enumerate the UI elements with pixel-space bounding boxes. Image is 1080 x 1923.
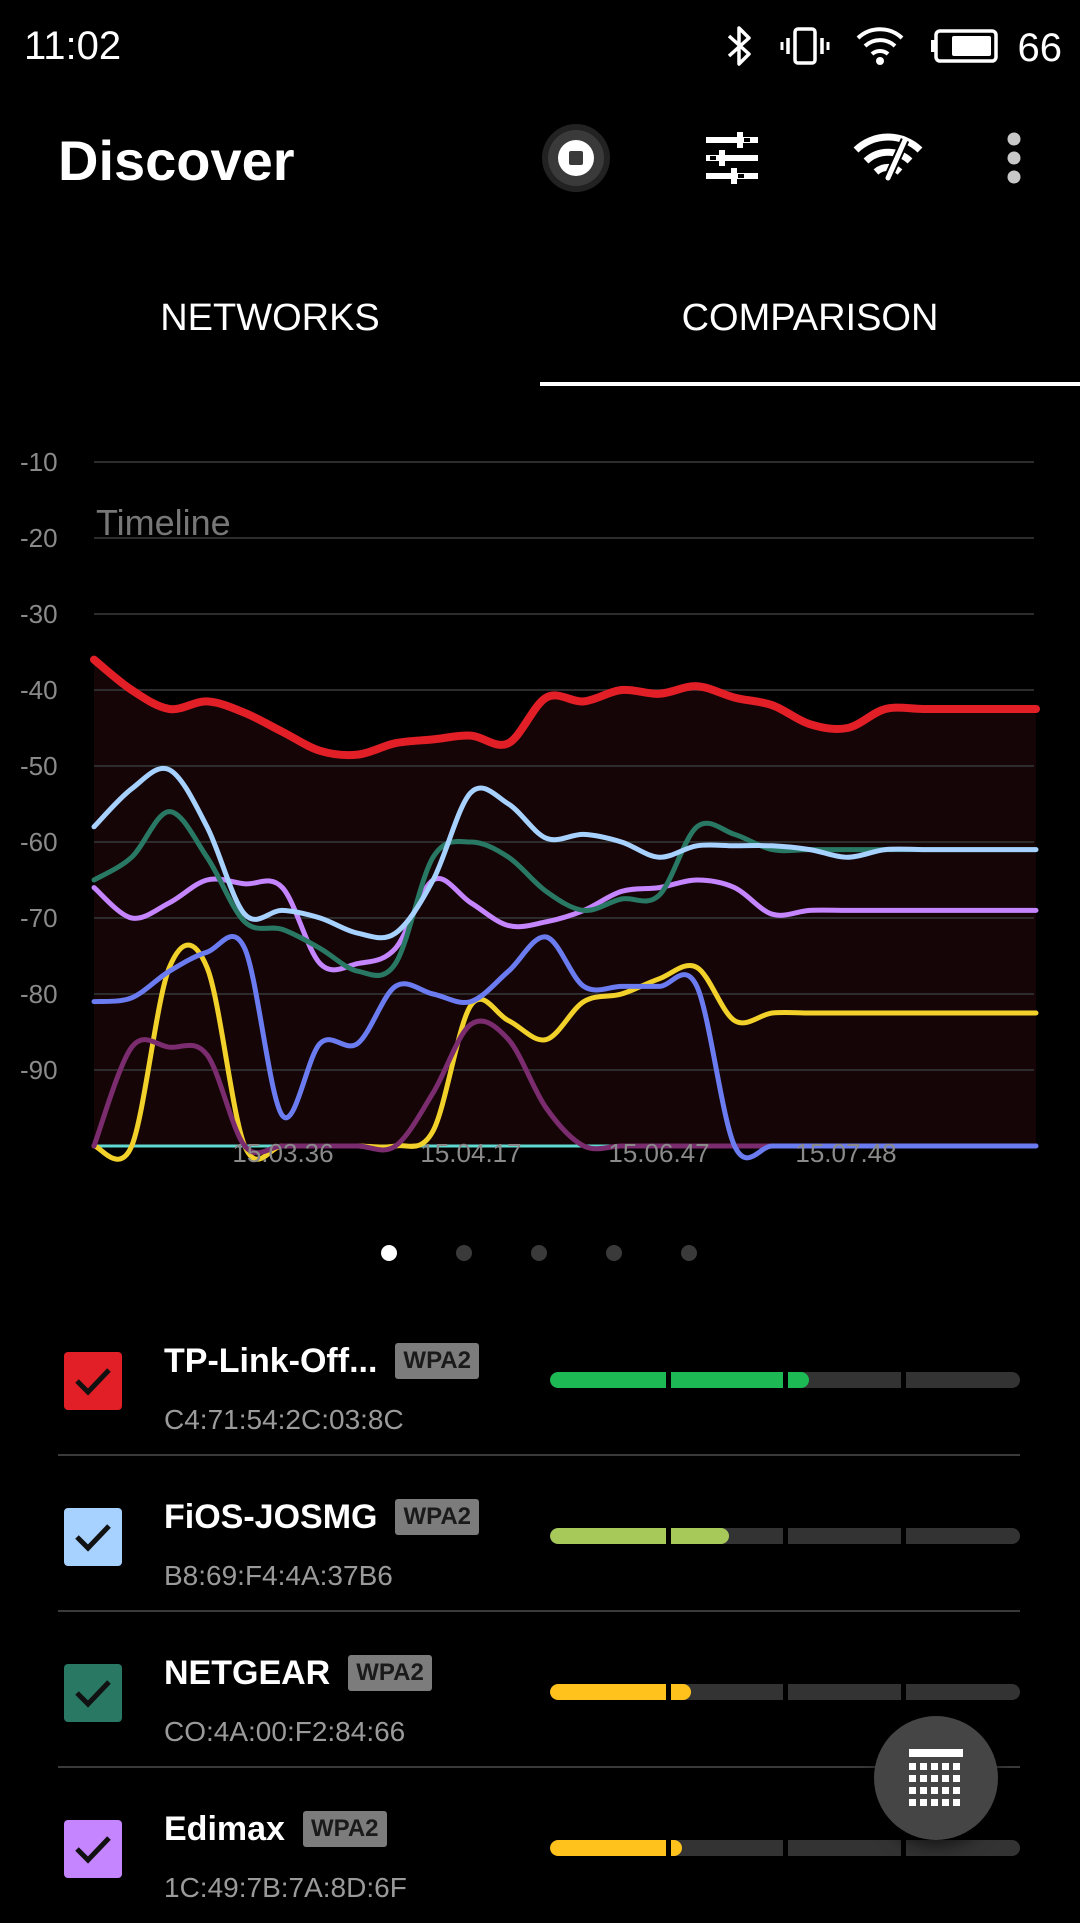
signal-bar-divider <box>665 1372 671 1388</box>
wifi-status-icon <box>856 26 904 71</box>
tab-indicator <box>540 382 1080 386</box>
pager-dot[interactable] <box>381 1245 397 1261</box>
signal-bar-fill <box>550 1840 682 1856</box>
more-vert-icon <box>1006 131 1022 190</box>
signal-bar-divider <box>665 1528 671 1544</box>
y-tick-label: -20 <box>20 523 58 553</box>
check-icon <box>75 1836 111 1864</box>
network-row[interactable]: NETGEAR WPA2 CO:4A:00:F2:84:66 <box>58 1612 1020 1768</box>
signal-bar-divider <box>665 1840 671 1856</box>
stop-scan-button[interactable] <box>536 120 616 200</box>
signal-bar-divider <box>900 1684 906 1700</box>
pager-dot[interactable] <box>531 1245 547 1261</box>
signal-bar-divider <box>900 1840 906 1856</box>
y-tick-label: -90 <box>20 1055 58 1085</box>
filter-button[interactable] <box>692 120 772 200</box>
x-tick-label: 15.07.48 <box>795 1138 896 1168</box>
y-tick-label: -10 <box>20 447 58 477</box>
app-bar: Discover <box>0 100 1080 220</box>
security-badge: WPA2 <box>395 1343 479 1379</box>
page-title: Discover <box>58 129 295 192</box>
pager-dot[interactable] <box>606 1245 622 1261</box>
signal-bar <box>550 1528 1020 1544</box>
signal-bar-divider <box>783 1528 788 1544</box>
status-bar: 11:02 66 <box>0 0 1080 100</box>
wifi-speed-icon <box>853 132 923 189</box>
signal-bar <box>550 1840 1020 1856</box>
network-checkbox[interactable] <box>64 1508 122 1566</box>
signal-bar-divider <box>783 1372 788 1388</box>
signal-bar <box>550 1684 1020 1700</box>
network-ssid: FiOS-JOSMG <box>164 1498 378 1536</box>
check-icon <box>75 1524 111 1552</box>
network-mac: 1C:49:7B:7A:8D:6F <box>164 1872 407 1903</box>
x-tick-label: 15.06.47 <box>608 1138 709 1168</box>
bluetooth-icon <box>726 24 754 73</box>
tab-bar: NETWORKS COMPARISON <box>0 250 1080 386</box>
check-icon <box>75 1368 111 1396</box>
status-icons: 66 <box>726 22 1063 74</box>
timeline-chart[interactable]: -10 -20 -30 -40 -50 -60 -70 -80 -90 Timeline 15.03… <box>0 420 1080 1200</box>
channel-grid-fab[interactable] <box>874 1716 998 1840</box>
wifi-signal-button[interactable] <box>848 120 928 200</box>
network-row[interactable]: TP-Link-Off... WPA2 C4:71:54:2C:03:8C <box>58 1300 1020 1456</box>
network-checkbox[interactable] <box>64 1820 122 1878</box>
stop-icon <box>540 122 612 199</box>
network-ssid: TP-Link-Off... <box>164 1342 378 1380</box>
y-tick-label: -30 <box>20 599 58 629</box>
signal-bar-divider <box>665 1684 671 1700</box>
pager-dot[interactable] <box>456 1245 472 1261</box>
timeline-chart-svg: -10 -20 -30 -40 -50 -60 -70 -80 -90 Timeline 15.03… <box>20 447 1040 1168</box>
pager-dot[interactable] <box>681 1245 697 1261</box>
network-name: FiOS-JOSMG WPA2 <box>164 1498 480 1537</box>
battery-level: 66 <box>1017 25 1063 70</box>
signal-bar-divider <box>900 1528 906 1544</box>
pager-dots <box>0 1245 1080 1265</box>
security-badge: WPA2 <box>395 1499 480 1535</box>
network-checkbox[interactable] <box>64 1352 122 1410</box>
battery-icon <box>930 28 998 68</box>
signal-bar-fill <box>550 1372 809 1388</box>
y-tick-label: -80 <box>20 979 58 1009</box>
network-name: Edimax WPA2 <box>164 1810 387 1849</box>
x-tick-label: 15.03.36 <box>232 1138 333 1168</box>
security-badge: WPA2 <box>348 1655 432 1691</box>
x-tick-label: 15.04.17 <box>420 1138 521 1168</box>
network-name: NETGEAR WPA2 <box>164 1654 432 1693</box>
y-tick-label: -60 <box>20 827 58 857</box>
y-tick-label: -40 <box>20 675 58 705</box>
more-options-button[interactable] <box>974 120 1054 200</box>
network-ssid: Edimax <box>164 1810 285 1848</box>
network-row[interactable]: FiOS-JOSMG WPA2 B8:69:F4:4A:37B6 <box>58 1456 1020 1612</box>
signal-bar-fill <box>550 1528 729 1544</box>
tab-comparison[interactable]: COMPARISON <box>540 250 1080 386</box>
vibrate-icon <box>780 26 830 71</box>
signal-bar-divider <box>783 1684 788 1700</box>
security-badge: WPA2 <box>302 1811 387 1847</box>
signal-bar <box>550 1372 1020 1388</box>
network-name: TP-Link-Off... WPA2 <box>164 1342 479 1381</box>
network-mac: CO:4A:00:F2:84:66 <box>164 1716 406 1747</box>
network-mac: B8:69:F4:4A:37B6 <box>164 1560 393 1591</box>
network-ssid: NETGEAR <box>164 1654 331 1692</box>
status-time: 11:02 <box>24 24 122 68</box>
chart-title: Timeline <box>96 502 231 543</box>
signal-bar-divider <box>900 1372 906 1388</box>
check-icon <box>75 1680 111 1708</box>
signal-bar-divider <box>783 1840 788 1856</box>
y-tick-label: -70 <box>20 903 58 933</box>
tune-icon <box>702 131 762 190</box>
tab-networks[interactable]: NETWORKS <box>0 250 540 386</box>
grid-icon <box>905 1745 967 1812</box>
y-tick-label: -50 <box>20 751 58 781</box>
network-checkbox[interactable] <box>64 1664 122 1722</box>
network-mac: C4:71:54:2C:03:8C <box>164 1404 404 1435</box>
